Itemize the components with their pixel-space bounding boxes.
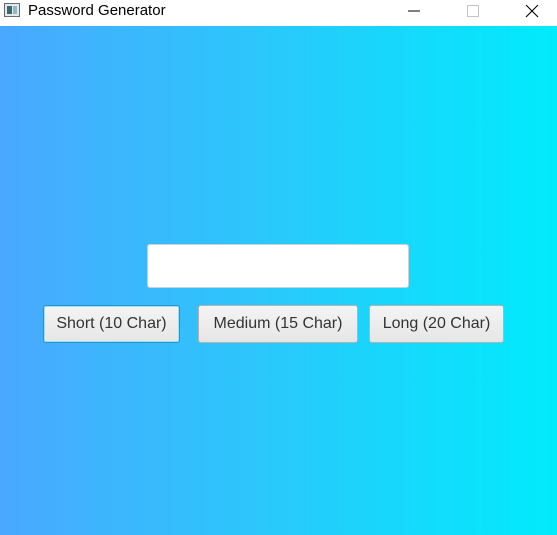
short-password-button[interactable]: Short (10 Char) [43, 305, 180, 343]
window-title: Password Generator [28, 2, 166, 19]
main-content: Short (10 Char) Medium (15 Char) Long (2… [0, 26, 557, 535]
minimize-button[interactable] [391, 0, 437, 24]
medium-password-button[interactable]: Medium (15 Char) [198, 305, 358, 343]
maximize-button[interactable] [450, 0, 496, 24]
close-icon [525, 4, 539, 18]
maximize-icon [467, 5, 479, 17]
password-output-field[interactable] [147, 244, 409, 288]
app-window: Password Generator Short (10 Char) Mediu… [0, 0, 557, 535]
long-password-button[interactable]: Long (20 Char) [369, 305, 504, 343]
app-window-icon [4, 3, 20, 17]
minimize-icon [408, 10, 420, 12]
title-bar[interactable]: Password Generator [0, 0, 557, 26]
close-button[interactable] [509, 0, 555, 24]
